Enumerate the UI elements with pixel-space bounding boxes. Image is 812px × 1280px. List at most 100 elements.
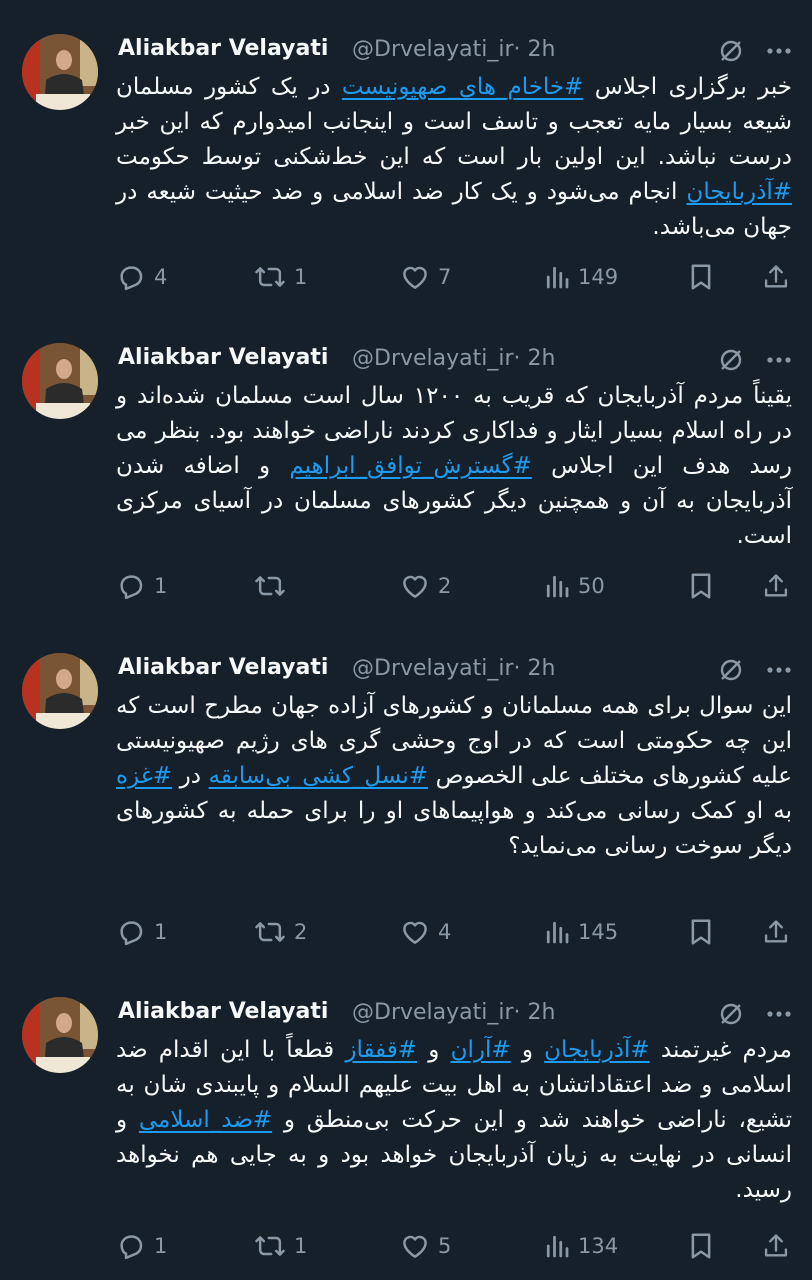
tweet-actions: 1 2 4 145	[116, 917, 794, 953]
retweet-icon	[255, 576, 285, 596]
retweet-button[interactable]: 2	[254, 917, 307, 947]
reply-count: 1	[154, 574, 168, 598]
reply-count: 1	[154, 1234, 168, 1258]
views-button[interactable]: 50	[544, 571, 605, 601]
hashtag-link[interactable]: #غزه	[116, 763, 172, 789]
tweet-text: مردم غیرتمند #آذربایجان و #آران و #قفقاز…	[116, 1033, 792, 1208]
tweet-time[interactable]: · 2h	[514, 656, 556, 681]
more-icon[interactable]	[766, 1010, 792, 1018]
retweet-count: 1	[294, 1234, 308, 1258]
views-button[interactable]: 149	[544, 262, 618, 292]
author-name[interactable]: Aliakbar Velayati	[118, 655, 328, 680]
grok-icon[interactable]	[718, 38, 744, 64]
bookmark-icon	[691, 919, 711, 945]
like-count: 7	[438, 265, 452, 289]
more-icon[interactable]	[766, 47, 792, 55]
reply-count: 1	[154, 920, 168, 944]
share-button[interactable]	[762, 1231, 790, 1261]
author-handle[interactable]: @Drvelayati_ir	[352, 1000, 514, 1025]
retweet-count: 2	[294, 920, 308, 944]
bookmark-button[interactable]	[688, 571, 714, 601]
tweet-header: Aliakbar Velayati @Drvelayati_ir· 2h	[118, 997, 792, 1033]
tweet-time[interactable]: · 2h	[514, 346, 556, 371]
views-count: 149	[578, 265, 619, 289]
reply-count: 4	[154, 265, 168, 289]
timeline-feed: Aliakbar Velayati @Drvelayati_ir· 2h خبر…	[0, 0, 812, 1280]
hashtag-link[interactable]: #ضد_اسلامی	[139, 1107, 272, 1133]
tweet-text-segment: و	[510, 1037, 545, 1063]
reply-icon	[120, 575, 143, 600]
reply-button[interactable]: 1	[116, 917, 167, 947]
more-icon[interactable]	[766, 356, 792, 364]
like-count: 5	[438, 1234, 452, 1258]
retweet-button[interactable]: 1	[254, 1231, 307, 1261]
views-button[interactable]: 134	[544, 1231, 618, 1261]
retweet-icon	[255, 1236, 285, 1256]
retweet-button[interactable]	[254, 571, 294, 601]
bookmark-button[interactable]	[688, 1231, 714, 1261]
reply-icon	[120, 921, 143, 946]
like-button[interactable]: 7	[400, 262, 451, 292]
avatar[interactable]	[22, 34, 98, 110]
grok-icon[interactable]	[718, 1001, 744, 1027]
author-name[interactable]: Aliakbar Velayati	[118, 36, 328, 61]
author-name[interactable]: Aliakbar Velayati	[118, 999, 328, 1024]
share-button[interactable]	[762, 917, 790, 947]
heart-icon	[403, 921, 427, 944]
grok-icon[interactable]	[718, 657, 744, 683]
bookmark-button[interactable]	[688, 262, 714, 292]
hashtag-link[interactable]: #گسترش_توافق_ابراهیم	[289, 453, 532, 479]
reply-button[interactable]: 4	[116, 262, 167, 292]
retweet-button[interactable]: 1	[254, 262, 307, 292]
hashtag-link[interactable]: #آران	[451, 1037, 511, 1063]
author-handle[interactable]: @Drvelayati_ir	[352, 37, 514, 62]
hashtag-link[interactable]: #آذربایجان	[686, 179, 792, 205]
reply-button[interactable]: 1	[116, 1231, 167, 1261]
views-icon	[546, 266, 569, 289]
share-button[interactable]	[762, 262, 790, 292]
like-count: 2	[438, 574, 452, 598]
share-icon	[764, 1234, 788, 1257]
hashtag-link[interactable]: #نسل_کشی_بی‌سابقه	[209, 763, 428, 789]
share-button[interactable]	[762, 571, 790, 601]
like-button[interactable]: 4	[400, 917, 451, 947]
tweet-header: Aliakbar Velayati @Drvelayati_ir· 2h	[118, 653, 792, 689]
more-icon[interactable]	[766, 666, 792, 674]
tweet-actions: 1 2 50	[116, 571, 794, 607]
like-button[interactable]: 2	[400, 571, 451, 601]
tweet-time[interactable]: · 2h	[514, 1000, 556, 1025]
avatar[interactable]	[22, 653, 98, 729]
author-handle[interactable]: @Drvelayati_ir	[352, 346, 514, 371]
tweet-actions: 1 1 5 134	[116, 1231, 794, 1267]
bookmark-icon	[691, 264, 711, 290]
author-handle[interactable]: @Drvelayati_ir	[352, 656, 514, 681]
hashtag-link[interactable]: #خاخام_های_صهیونیست	[342, 74, 584, 100]
bookmark-icon	[691, 573, 711, 599]
bookmark-button[interactable]	[688, 917, 714, 947]
tweet-actions: 4 1 7 149	[116, 262, 794, 298]
like-button[interactable]: 5	[400, 1231, 451, 1261]
views-icon	[546, 1235, 569, 1258]
heart-icon	[403, 266, 427, 289]
views-button[interactable]: 145	[544, 917, 618, 947]
bookmark-icon	[691, 1233, 711, 1259]
views-icon	[546, 575, 569, 598]
views-count: 134	[578, 1234, 619, 1258]
tweet-header: Aliakbar Velayati @Drvelayati_ir· 2h	[118, 34, 792, 70]
avatar[interactable]	[22, 343, 98, 419]
share-icon	[764, 574, 788, 597]
views-count: 145	[578, 920, 619, 944]
tweet-time[interactable]: · 2h	[514, 37, 556, 62]
retweet-icon	[255, 922, 285, 942]
author-name[interactable]: Aliakbar Velayati	[118, 345, 328, 370]
hashtag-link[interactable]: #قفقاز	[345, 1037, 417, 1063]
views-count: 50	[578, 574, 605, 598]
tweet-text-segment: به او کمک رسانی می‌کند و هواپیماهای او ر…	[116, 798, 792, 859]
heart-icon	[403, 1235, 427, 1258]
hashtag-link[interactable]: #آذربایجان	[544, 1037, 650, 1063]
avatar[interactable]	[22, 997, 98, 1073]
reply-button[interactable]: 1	[116, 571, 167, 601]
share-icon	[764, 265, 788, 288]
retweet-icon	[255, 267, 285, 287]
grok-icon[interactable]	[718, 347, 744, 373]
